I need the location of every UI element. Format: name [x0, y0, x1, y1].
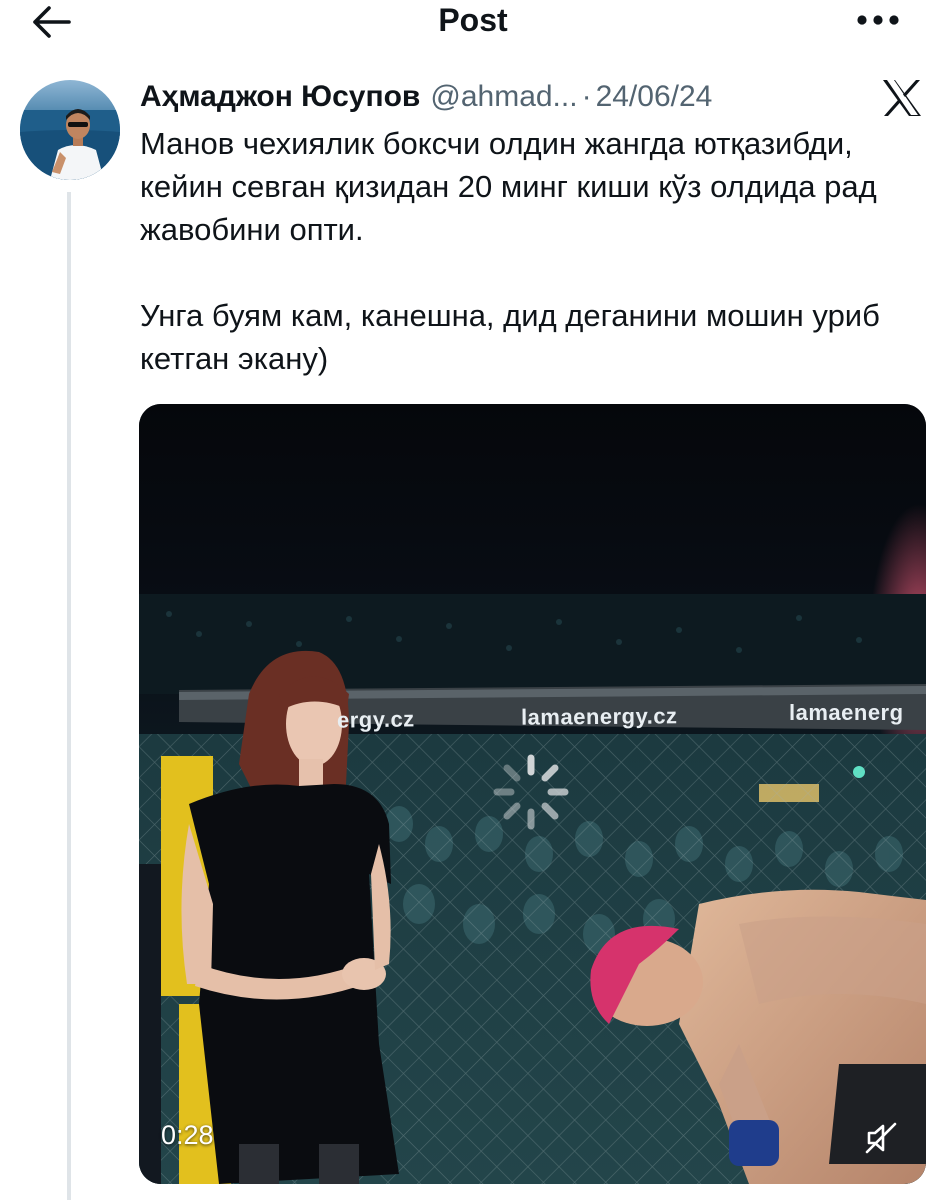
post-date[interactable]: 24/06/24: [596, 80, 713, 114]
muted-speaker-icon[interactable]: [861, 1118, 901, 1158]
header-separator: ·: [581, 80, 592, 113]
thread-line: [67, 192, 71, 1200]
banner-text-right: lamaenerg: [789, 700, 904, 725]
post-text-paragraph-1: Манов чехиялик боксчи олдин жангда ютқаз…: [140, 126, 877, 247]
post-text-paragraph-2: Унга буям кам, канешна, дид деганини мош…: [140, 298, 880, 376]
author-avatar[interactable]: [20, 80, 120, 180]
banner-text-center: lamaenergy.cz: [520, 703, 678, 730]
more-horizontal-icon: [857, 15, 899, 25]
more-options-button[interactable]: [848, 2, 908, 38]
top-navigation-bar: Post: [0, 0, 946, 46]
video-duration: 0:28: [161, 1120, 214, 1150]
post-header: Аҳмаджон Юсупов @ahmad... · 24/06/24: [140, 74, 712, 120]
author-handle[interactable]: @ahmad...: [430, 80, 577, 114]
author-display-name[interactable]: Аҳмаджон Юсупов: [140, 80, 420, 114]
loading-spinner-icon: [493, 754, 569, 830]
page-title: Post: [438, 2, 508, 38]
video-player[interactable]: ergy.cz lamaenergy.cz lamaenerg 0:28: [139, 404, 926, 1184]
x-logo-icon[interactable]: [880, 78, 924, 118]
banner-text-left: ergy.cz: [336, 706, 415, 733]
post-text: Манов чехиялик боксчи олдин жангда ютқаз…: [140, 122, 930, 380]
user-avatar: [20, 80, 120, 180]
